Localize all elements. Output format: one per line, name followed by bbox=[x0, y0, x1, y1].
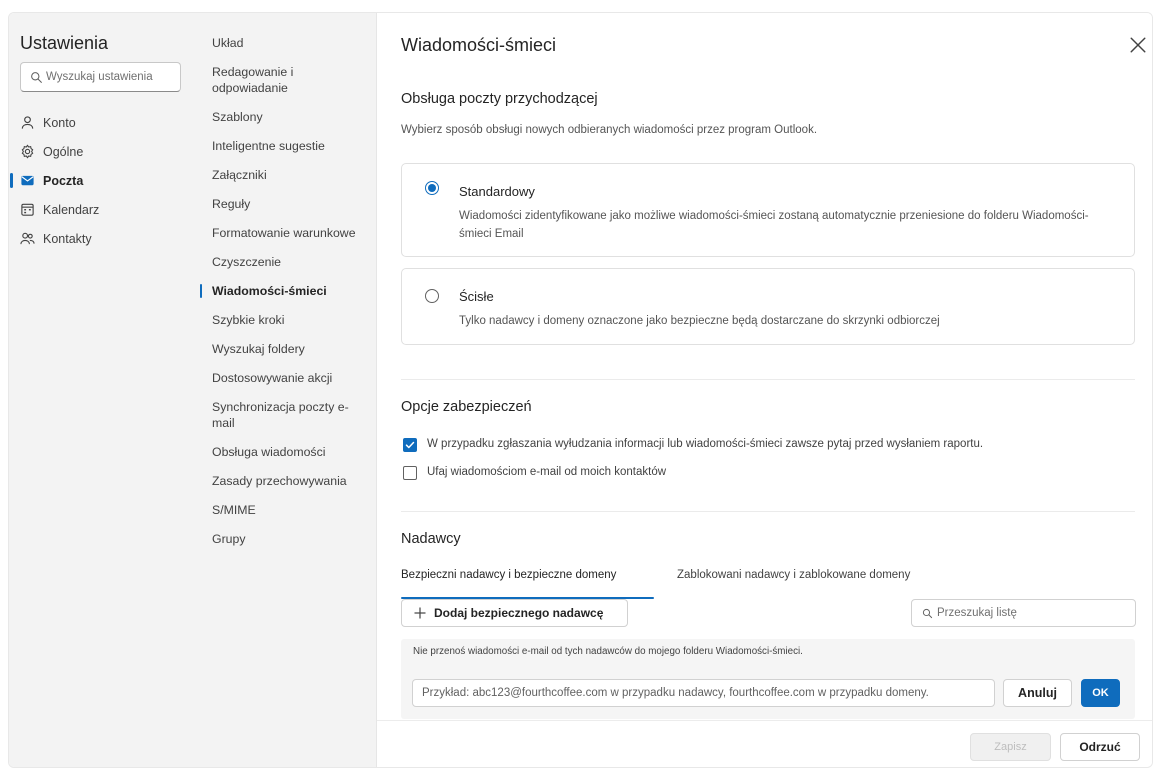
mail-nav-item[interactable]: Formatowanie warunkowe bbox=[197, 225, 377, 241]
mail-settings-nav: Układ Redagowanie i odpowiadanie Szablon… bbox=[197, 13, 377, 767]
safe-senders-note: Nie przenoś wiadomości e-mail od tych na… bbox=[413, 646, 803, 657]
section-divider bbox=[401, 379, 1135, 380]
option-strict-card[interactable]: Ścisłe Tylko nadawcy i domeny oznaczone … bbox=[401, 268, 1135, 345]
mail-settings-list: Układ Redagowanie i odpowiadanie Szablon… bbox=[197, 35, 377, 560]
category-kalendarz[interactable]: Kalendarz bbox=[9, 195, 197, 224]
discard-button[interactable]: Odrzuć bbox=[1060, 733, 1140, 761]
mail-nav-item[interactable]: Inteligentne sugestie bbox=[197, 138, 377, 154]
security-options-heading: Opcje zabezpieczeń bbox=[401, 399, 532, 415]
settings-title: Ustawienia bbox=[20, 33, 109, 53]
gear-icon bbox=[21, 144, 34, 159]
incoming-mail-heading: Obsługa poczty przychodzącej bbox=[401, 91, 598, 107]
category-label: Konto bbox=[43, 115, 76, 130]
page-title: Wiadomości-śmieci bbox=[401, 35, 557, 55]
standard-radio[interactable] bbox=[425, 181, 439, 195]
add-safe-sender-label: Dodaj bezpiecznego nadawcę bbox=[434, 606, 604, 620]
standard-description: Wiadomości zidentyfikowane jako możliwe … bbox=[459, 210, 1089, 240]
category-kontakty[interactable]: Kontakty bbox=[9, 224, 197, 253]
mail-nav-item[interactable]: Czyszczenie bbox=[197, 254, 377, 270]
list-search-placeholder: Przeszukaj listę bbox=[937, 607, 1017, 619]
settings-dialog: Ustawienia Wyszukaj ustawienia Konto Ogó… bbox=[8, 12, 1153, 768]
category-poczta[interactable]: Poczta bbox=[9, 166, 197, 195]
add-sender-form: Nie przenoś wiadomości e-mail od tych na… bbox=[401, 639, 1135, 719]
mail-nav-item[interactable]: Wyszukaj foldery bbox=[197, 341, 377, 357]
add-safe-sender-button[interactable]: Dodaj bezpiecznego nadawcę bbox=[401, 599, 628, 627]
plus-icon bbox=[414, 607, 426, 619]
calendar-icon bbox=[21, 203, 34, 216]
junk-email-settings-panel: Wiadomości-śmieci Obsługa poczty przycho… bbox=[377, 13, 1152, 767]
settings-sidebar: Ustawienia Wyszukaj ustawienia Konto Ogó… bbox=[9, 13, 197, 767]
strict-radio[interactable] bbox=[425, 289, 439, 303]
footer-divider bbox=[377, 720, 1152, 721]
search-icon bbox=[922, 608, 933, 619]
category-label: Ogólne bbox=[43, 144, 84, 159]
mail-nav-item[interactable]: Synchronizacja poczty e-mail bbox=[197, 399, 357, 431]
section-divider bbox=[401, 511, 1135, 512]
mail-icon bbox=[21, 175, 34, 186]
settings-search-input[interactable]: Wyszukaj ustawienia bbox=[20, 62, 181, 92]
checkmark-icon bbox=[405, 441, 415, 449]
settings-category-list: Konto Ogólne Poczta Kalendarz Kontakty bbox=[9, 108, 197, 253]
list-search-input[interactable]: Przeszukaj listę bbox=[911, 599, 1136, 627]
trust-contacts-checkbox[interactable] bbox=[403, 466, 417, 480]
ok-button[interactable]: OK bbox=[1081, 679, 1120, 707]
mail-nav-item[interactable]: Dostosowywanie akcji bbox=[197, 370, 377, 386]
category-ogolne[interactable]: Ogólne bbox=[9, 137, 197, 166]
save-button[interactable]: Zapisz bbox=[970, 733, 1051, 761]
senders-heading: Nadawcy bbox=[401, 531, 461, 547]
incoming-mail-description: Wybierz sposób obsługi nowych odbieranyc… bbox=[401, 124, 818, 136]
strict-description: Tylko nadawcy i domeny oznaczone jako be… bbox=[459, 315, 940, 327]
mail-nav-item[interactable]: S/MIME bbox=[197, 502, 377, 518]
mail-nav-item[interactable]: Grupy bbox=[197, 531, 377, 547]
person-icon bbox=[21, 116, 34, 129]
cancel-button[interactable]: Anuluj bbox=[1003, 679, 1072, 707]
sender-email-placeholder: Przykład: abc123@fourthcoffee.com w przy… bbox=[422, 687, 929, 699]
search-icon bbox=[31, 72, 42, 83]
mail-nav-item[interactable]: Zasady przechowywania bbox=[197, 473, 377, 489]
mail-nav-item-active[interactable]: Wiadomości-śmieci bbox=[197, 283, 377, 299]
settings-search-placeholder: Wyszukaj ustawienia bbox=[46, 71, 153, 83]
mail-nav-item[interactable]: Szablony bbox=[197, 109, 377, 125]
people-icon bbox=[20, 232, 35, 245]
standard-label: Standardowy bbox=[459, 184, 535, 199]
mail-nav-item[interactable]: Układ bbox=[197, 35, 377, 51]
mail-nav-item[interactable]: Szybkie kroki bbox=[197, 312, 377, 328]
report-confirm-checkbox[interactable] bbox=[403, 438, 417, 452]
category-label: Kontakty bbox=[43, 231, 92, 246]
mail-nav-item[interactable]: Reguły bbox=[197, 196, 377, 212]
mail-nav-item[interactable]: Redagowanie i odpowiadanie bbox=[197, 64, 377, 96]
category-konto[interactable]: Konto bbox=[9, 108, 197, 137]
sender-email-input[interactable]: Przykład: abc123@fourthcoffee.com w przy… bbox=[412, 679, 995, 707]
category-label: Kalendarz bbox=[43, 202, 100, 217]
strict-label: Ścisłe bbox=[459, 289, 494, 304]
tab-blocked-senders[interactable]: Zablokowani nadawcy i zablokowane domeny bbox=[677, 569, 910, 581]
trust-contacts-label: Ufaj wiadomościom e-mail od moich kontak… bbox=[427, 466, 667, 478]
option-standard-card[interactable]: Standardowy Wiadomości zidentyfikowane j… bbox=[401, 163, 1135, 257]
category-label: Poczta bbox=[43, 173, 84, 188]
mail-nav-item[interactable]: Załączniki bbox=[197, 167, 377, 183]
close-icon[interactable] bbox=[1129, 36, 1147, 54]
tab-safe-senders[interactable]: Bezpieczni nadawcy i bezpieczne domeny bbox=[401, 569, 616, 581]
report-confirm-label: W przypadku zgłaszania wyłudzania inform… bbox=[427, 438, 984, 450]
mail-nav-item[interactable]: Obsługa wiadomości bbox=[197, 444, 377, 460]
